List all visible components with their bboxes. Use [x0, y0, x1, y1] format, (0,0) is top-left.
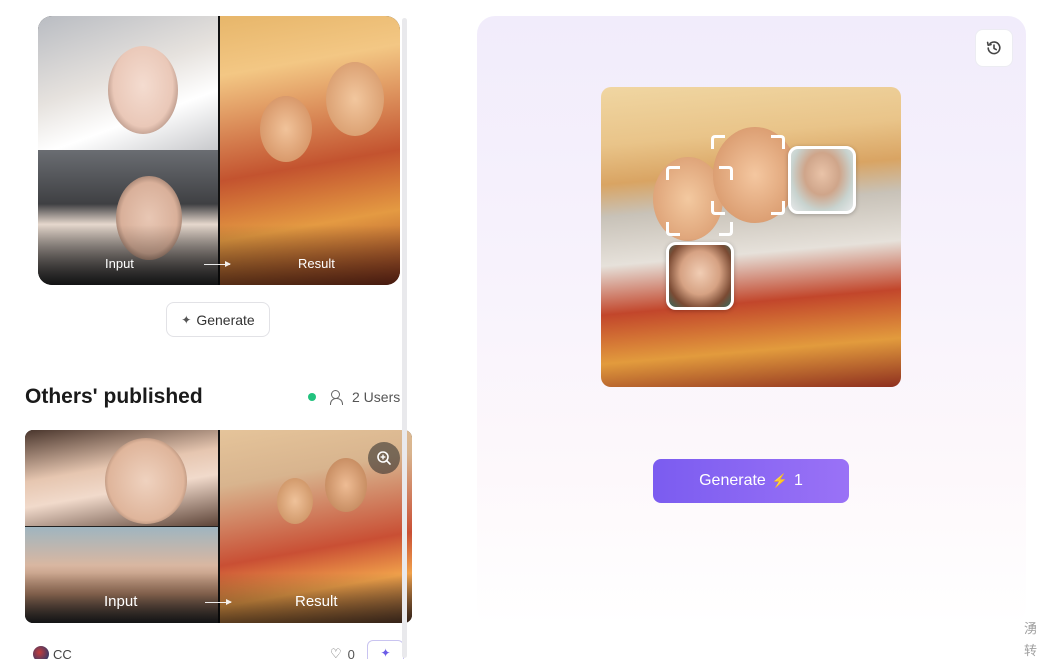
zoom-in-button[interactable] [368, 442, 400, 474]
generate-button-label: Generate [196, 311, 255, 328]
magic-wand-icon: ✦ [380, 646, 391, 659]
side-widget-text[interactable]: 湧 转 [1024, 618, 1038, 662]
caption-shade [38, 225, 400, 285]
credit-cost: 1 [794, 472, 803, 489]
left-scrollbar[interactable] [402, 18, 407, 658]
online-users-indicator: 2 Users [308, 389, 400, 405]
published-card[interactable]: Input Result [25, 430, 412, 623]
arrow-right-icon [204, 261, 231, 267]
online-status-dot [308, 393, 316, 401]
face-frame-corner [719, 166, 733, 180]
published-result-caption: Result [295, 593, 338, 610]
example-template-card[interactable]: Input Result [38, 16, 400, 285]
face-swap-thumbnail-man[interactable] [788, 146, 856, 214]
others-published-heading: Others' published [25, 385, 203, 408]
face-frame-corner [719, 222, 733, 236]
avatar [33, 646, 49, 659]
history-icon [986, 41, 1001, 55]
published-caption-shade [25, 573, 412, 623]
face-frame-corner [771, 135, 785, 149]
like-button[interactable]: ♡ 0 [330, 646, 355, 659]
face-frame-corner [666, 222, 680, 236]
input-caption: Input [105, 256, 134, 271]
result-face-woman [260, 96, 312, 162]
face-frame-corner [711, 135, 725, 149]
author-info[interactable]: CC [33, 646, 72, 659]
author-name: CC [53, 646, 72, 660]
arrow-right-icon [205, 599, 232, 605]
result-caption: Result [298, 256, 335, 271]
like-count: 0 [347, 646, 355, 660]
published-input-caption: Input [104, 593, 138, 610]
published-result-face-man [325, 458, 367, 512]
users-icon [330, 390, 346, 405]
face-frame-corner [666, 166, 680, 180]
users-count-label: 2 Users [352, 389, 401, 405]
generate-button[interactable]: Generate ⚡ 1 [653, 459, 849, 503]
side-char-1: 湧 [1024, 621, 1038, 636]
remix-button[interactable]: ✦ [367, 640, 404, 659]
magic-wand-icon: ✦ [181, 312, 192, 327]
heart-icon: ♡ [330, 646, 342, 659]
left-column: Input Result ✦ Generate Others' publishe… [0, 0, 412, 659]
face-swap-thumbnail-woman[interactable] [666, 242, 734, 310]
face-frame-corner [771, 201, 785, 215]
face-frame-corner [711, 201, 725, 215]
published-result-face-woman [277, 478, 313, 524]
result-face-man [326, 62, 384, 136]
template-preview-image [601, 87, 901, 387]
zoom-in-icon [377, 451, 391, 465]
generate-button-label: Generate [699, 472, 766, 489]
history-button[interactable] [975, 29, 1013, 67]
lightning-icon: ⚡ [771, 473, 788, 488]
input-face-woman [108, 46, 178, 134]
example-generate-button[interactable]: ✦ Generate [166, 302, 270, 337]
published-input-face-woman [105, 438, 187, 524]
